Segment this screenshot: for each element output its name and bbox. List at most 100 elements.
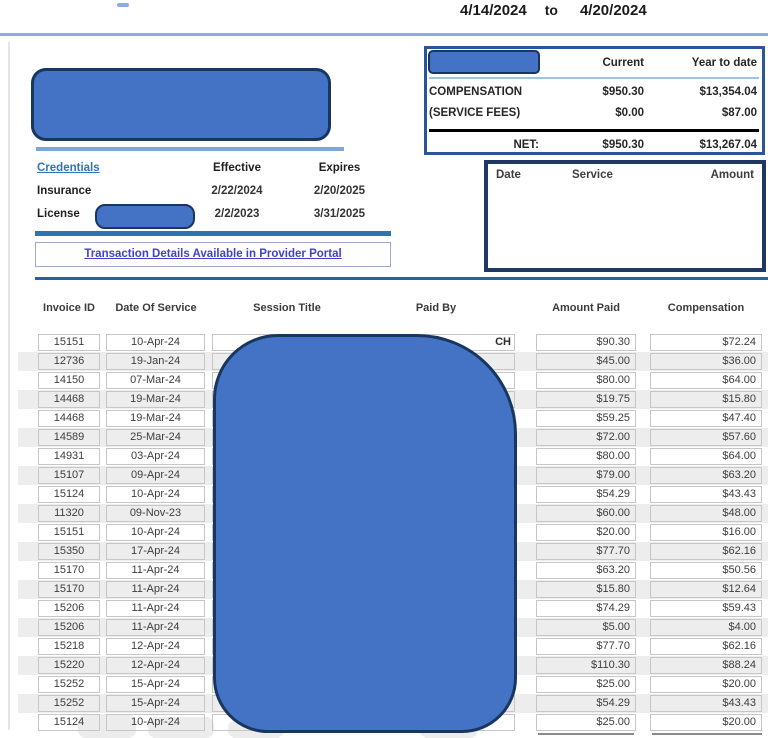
date-of-service-cell: 15-Apr-24	[106, 676, 205, 693]
date-of-service-cell: 12-Apr-24	[106, 657, 205, 674]
header-invoice-id: Invoice ID	[38, 302, 100, 314]
amount-paid-cell: $63.20	[536, 562, 636, 579]
amount-paid-cell: $110.30	[536, 657, 636, 674]
compensation-cell: $62.16	[650, 543, 762, 560]
pending-col-amount: Amount	[711, 169, 754, 181]
amount-paid-cell: $80.00	[536, 448, 636, 465]
date-of-service-cell: 09-Nov-23	[106, 505, 205, 522]
redacted-session-details-box	[213, 334, 517, 733]
date-of-service-cell: 10-Apr-24	[106, 714, 205, 731]
summary-row-ytd: $87.00	[646, 104, 759, 125]
compensation-cell: $48.00	[650, 505, 762, 522]
compensation-cell: $15.80	[650, 391, 762, 408]
invoice-id-cell: 12736	[38, 353, 100, 370]
portal-link[interactable]: Transaction Details Available in Provide…	[84, 248, 341, 260]
invoice-id-cell: 15151	[38, 524, 100, 541]
invoice-id-cell: 14468	[38, 410, 100, 427]
header-date-of-service: Date Of Service	[96, 302, 216, 314]
date-of-service-cell: 19-Mar-24	[106, 410, 205, 427]
compensation-cell: $4.00	[650, 619, 762, 636]
date-of-service-cell: 11-Apr-24	[106, 600, 205, 617]
redacted-provider-name-box	[31, 68, 331, 141]
summary-row-ytd: $13,354.04	[646, 83, 759, 104]
compensation-cell: $20.00	[650, 676, 762, 693]
header-session-title: Session Title	[212, 302, 362, 314]
redacted-license-number-box	[95, 204, 195, 229]
compensation-cell: $12.64	[650, 581, 762, 598]
compensation-cell: $63.20	[650, 467, 762, 484]
invoice-id-cell: 15206	[38, 619, 100, 636]
credential-effective-date: 2/22/2024	[187, 181, 287, 204]
amount-paid-cell: $79.00	[536, 467, 636, 484]
summary-row-current: $0.00	[541, 104, 646, 125]
compensation-cell: $88.24	[650, 657, 762, 674]
date-of-service-cell: 11-Apr-24	[106, 562, 205, 579]
period-separator: to	[545, 2, 558, 18]
compensation-summary-table: Current Year to date COMPENSATION $950.3…	[424, 46, 765, 155]
amount-paid-cell: $80.00	[536, 372, 636, 389]
invoice-id-cell: 15252	[38, 695, 100, 712]
summary-row-label: (SERVICE FEES)	[429, 104, 541, 125]
summary-col-current: Current	[541, 51, 646, 76]
invoice-id-cell: 15124	[38, 486, 100, 503]
divider-under-name	[36, 147, 344, 151]
amount-paid-cell: $90.30	[536, 334, 636, 351]
summary-net-ytd: $13,267.04	[646, 136, 759, 157]
summary-col-ytd: Year to date	[646, 51, 759, 76]
period-start-date: 4/14/2024	[460, 2, 527, 19]
credential-effective-date: 2/2/2023	[187, 204, 287, 227]
date-of-service-cell: 03-Apr-24	[106, 448, 205, 465]
amount-paid-cell: $54.29	[536, 695, 636, 712]
date-of-service-cell: 15-Apr-24	[106, 695, 205, 712]
redacted-summary-label-box	[428, 50, 540, 74]
invoice-id-cell: 11320	[38, 505, 100, 522]
date-of-service-cell: 19-Mar-24	[106, 391, 205, 408]
invoice-id-cell: 15170	[38, 562, 100, 579]
invoice-id-cell: 15206	[38, 600, 100, 617]
invoice-id-cell: 14589	[38, 429, 100, 446]
invoice-id-cell: 15218	[38, 638, 100, 655]
credentials-col-effective: Effective	[187, 158, 287, 181]
amount-paid-cell: $5.00	[536, 619, 636, 636]
invoice-id-cell: 15350	[38, 543, 100, 560]
summary-row-label: COMPENSATION	[429, 83, 541, 104]
compensation-cell: $47.40	[650, 410, 762, 427]
invoice-id-cell: 15220	[38, 657, 100, 674]
summary-net-current: $950.30	[541, 136, 646, 157]
invoice-id-cell: 15151	[38, 334, 100, 351]
credential-expires-date: 2/20/2025	[287, 181, 392, 204]
pending-transactions-box: Date Service Amount	[484, 160, 766, 272]
mid-divider-rule	[35, 277, 768, 280]
invoice-id-cell: 15124	[38, 714, 100, 731]
header-compensation: Compensation	[650, 302, 762, 314]
portal-link-box: Transaction Details Available in Provide…	[35, 242, 391, 267]
statement-period: 4/14/2024 to 4/20/2024	[460, 2, 647, 19]
amount-paid-cell: $60.00	[536, 505, 636, 522]
compensation-cell: $43.43	[650, 695, 762, 712]
pending-col-service: Service	[572, 169, 613, 181]
amount-paid-cell: $20.00	[536, 524, 636, 541]
divider-above-link	[35, 231, 391, 236]
amount-paid-cell: $74.29	[536, 600, 636, 617]
invoice-id-cell: 14468	[38, 391, 100, 408]
amount-paid-cell: $19.75	[536, 391, 636, 408]
invoice-id-cell: 14150	[38, 372, 100, 389]
compensation-cell: $59.43	[650, 600, 762, 617]
invoice-id-cell: 14931	[38, 448, 100, 465]
redacted-top-mark	[117, 3, 129, 7]
amount-paid-cell: $59.25	[536, 410, 636, 427]
date-of-service-cell: 09-Apr-24	[106, 467, 205, 484]
credentials-link[interactable]: Credentials	[37, 162, 100, 174]
summary-net-label: NET:	[429, 136, 541, 157]
credentials-col-expires: Expires	[287, 158, 392, 181]
credentials-section: Credentials Effective Expires Insurance …	[37, 158, 417, 227]
invoice-id-cell: 15170	[38, 581, 100, 598]
date-of-service-cell: 11-Apr-24	[106, 581, 205, 598]
amount-paid-cell: $15.80	[536, 581, 636, 598]
credential-expires-date: 3/31/2025	[287, 204, 392, 227]
credential-row-label: Insurance	[37, 181, 187, 204]
summary-row-current: $950.30	[541, 83, 646, 104]
top-divider-rule	[0, 33, 768, 36]
compensation-cell: $57.60	[650, 429, 762, 446]
invoice-id-cell: 15252	[38, 676, 100, 693]
